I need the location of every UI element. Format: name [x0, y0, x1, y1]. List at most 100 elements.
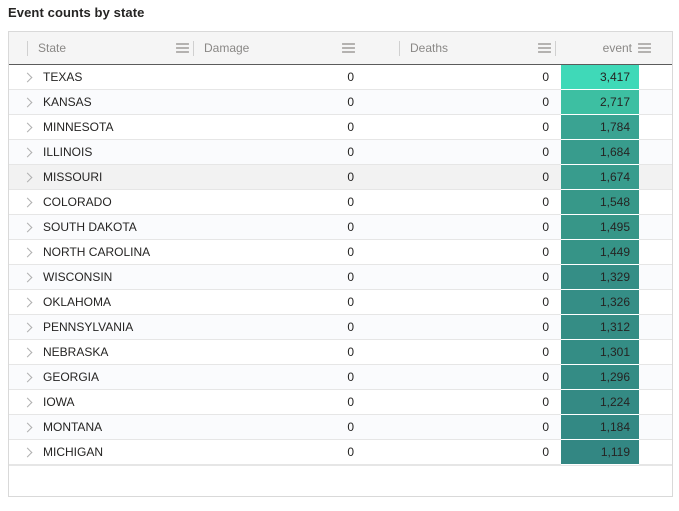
table-row[interactable]: ILLINOIS001,684 — [9, 140, 672, 165]
cell-deaths: 0 — [399, 290, 549, 314]
cell-event: 2,717 — [561, 90, 639, 115]
cell-damage: 0 — [199, 90, 354, 114]
table-row[interactable]: NEBRASKA001,301 — [9, 340, 672, 365]
table-row[interactable]: MISSOURI001,674 — [9, 165, 672, 190]
table-row[interactable]: IOWA001,224 — [9, 390, 672, 415]
cell-event: 1,784 — [561, 115, 639, 140]
chevron-right-icon[interactable] — [19, 290, 37, 314]
cell-damage: 0 — [199, 340, 354, 364]
column-header-label: Damage — [194, 41, 338, 55]
cell-deaths: 0 — [399, 240, 549, 264]
column-header-deaths[interactable]: Deaths — [399, 32, 555, 64]
chevron-right-icon[interactable] — [19, 90, 37, 114]
table-row[interactable]: TEXAS003,417 — [9, 65, 672, 90]
table-row[interactable]: KANSAS002,717 — [9, 90, 672, 115]
hamburger-menu-icon[interactable] — [342, 43, 355, 54]
chevron-right-icon[interactable] — [19, 315, 37, 339]
column-header-state[interactable]: State — [27, 32, 193, 64]
table-row[interactable]: MINNESOTA001,784 — [9, 115, 672, 140]
chevron-right-icon[interactable] — [19, 240, 37, 264]
cell-event: 3,417 — [561, 65, 639, 90]
hamburger-menu-icon[interactable] — [176, 43, 189, 54]
table-visual: Event counts by state State Damage Deaths e… — [0, 0, 679, 511]
table-row[interactable]: GEORGIA001,296 — [9, 365, 672, 390]
cell-deaths: 0 — [399, 165, 549, 189]
table-row[interactable]: WISCONSIN001,329 — [9, 265, 672, 290]
page-title: Event counts by state — [8, 5, 144, 20]
table-body[interactable]: TEXAS003,417KANSAS002,717MINNESOTA001,78… — [9, 65, 672, 497]
table-row[interactable]: OKLAHOMA001,326 — [9, 290, 672, 315]
cell-damage: 0 — [199, 315, 354, 339]
table-footer — [9, 465, 672, 496]
cell-damage: 0 — [199, 240, 354, 264]
table-row[interactable]: PENNSYLVANIA001,312 — [9, 315, 672, 340]
cell-event: 1,495 — [561, 215, 639, 240]
hamburger-menu-icon[interactable] — [538, 43, 551, 54]
cell-damage: 0 — [199, 290, 354, 314]
cell-deaths: 0 — [399, 365, 549, 389]
data-table: StateDamageDeathsevent TEXAS003,417KANSA… — [8, 31, 673, 497]
cell-event: 1,684 — [561, 140, 639, 165]
cell-state: GEORGIA — [43, 365, 193, 389]
cell-state: COLORADO — [43, 190, 193, 214]
cell-event: 1,119 — [561, 440, 639, 465]
cell-state: MICHIGAN — [43, 440, 193, 464]
chevron-right-icon[interactable] — [19, 265, 37, 289]
cell-state: MONTANA — [43, 415, 193, 439]
cell-deaths: 0 — [399, 390, 549, 414]
hamburger-menu-icon[interactable] — [638, 43, 651, 54]
chevron-right-icon[interactable] — [19, 140, 37, 164]
column-header-label: Deaths — [400, 41, 534, 55]
cell-state: NORTH CAROLINA — [43, 240, 193, 264]
table-row[interactable]: SOUTH DAKOTA001,495 — [9, 215, 672, 240]
cell-deaths: 0 — [399, 415, 549, 439]
cell-state: PENNSYLVANIA — [43, 315, 193, 339]
column-header-damage[interactable]: Damage — [193, 32, 359, 64]
cell-state: KANSAS — [43, 90, 193, 114]
cell-deaths: 0 — [399, 315, 549, 339]
cell-deaths: 0 — [399, 90, 549, 114]
cell-event: 1,184 — [561, 415, 639, 440]
column-header-event[interactable]: event — [555, 32, 655, 64]
cell-deaths: 0 — [399, 115, 549, 139]
cell-deaths: 0 — [399, 265, 549, 289]
cell-event: 1,301 — [561, 340, 639, 365]
chevron-right-icon[interactable] — [19, 365, 37, 389]
table-row[interactable]: COLORADO001,548 — [9, 190, 672, 215]
cell-deaths: 0 — [399, 140, 549, 164]
table-header-row: State Damage Deaths event — [9, 32, 672, 65]
table-row[interactable]: MONTANA001,184 — [9, 415, 672, 440]
cell-deaths: 0 — [399, 65, 549, 89]
column-header-label: event — [556, 41, 634, 55]
table-row[interactable]: NORTH CAROLINA001,449 — [9, 240, 672, 265]
cell-event: 1,312 — [561, 315, 639, 340]
cell-event: 1,224 — [561, 390, 639, 415]
chevron-right-icon[interactable] — [19, 440, 37, 464]
column-header-label: State — [28, 41, 172, 55]
cell-damage: 0 — [199, 190, 354, 214]
chevron-right-icon[interactable] — [19, 65, 37, 89]
cell-damage: 0 — [199, 215, 354, 239]
chevron-right-icon[interactable] — [19, 390, 37, 414]
cell-state: IOWA — [43, 390, 193, 414]
cell-state: NEBRASKA — [43, 340, 193, 364]
cell-state: MINNESOTA — [43, 115, 193, 139]
cell-damage: 0 — [199, 140, 354, 164]
chevron-right-icon[interactable] — [19, 165, 37, 189]
cell-state: OKLAHOMA — [43, 290, 193, 314]
cell-deaths: 0 — [399, 215, 549, 239]
cell-state: MISSOURI — [43, 165, 193, 189]
cell-event: 1,449 — [561, 240, 639, 265]
table-row[interactable]: MICHIGAN001,119 — [9, 440, 672, 465]
cell-event: 1,296 — [561, 365, 639, 390]
chevron-right-icon[interactable] — [19, 415, 37, 439]
chevron-right-icon[interactable] — [19, 340, 37, 364]
cell-state: ILLINOIS — [43, 140, 193, 164]
cell-damage: 0 — [199, 365, 354, 389]
cell-event: 1,329 — [561, 265, 639, 290]
cell-event: 1,674 — [561, 165, 639, 190]
cell-state: WISCONSIN — [43, 265, 193, 289]
chevron-right-icon[interactable] — [19, 190, 37, 214]
chevron-right-icon[interactable] — [19, 215, 37, 239]
chevron-right-icon[interactable] — [19, 115, 37, 139]
